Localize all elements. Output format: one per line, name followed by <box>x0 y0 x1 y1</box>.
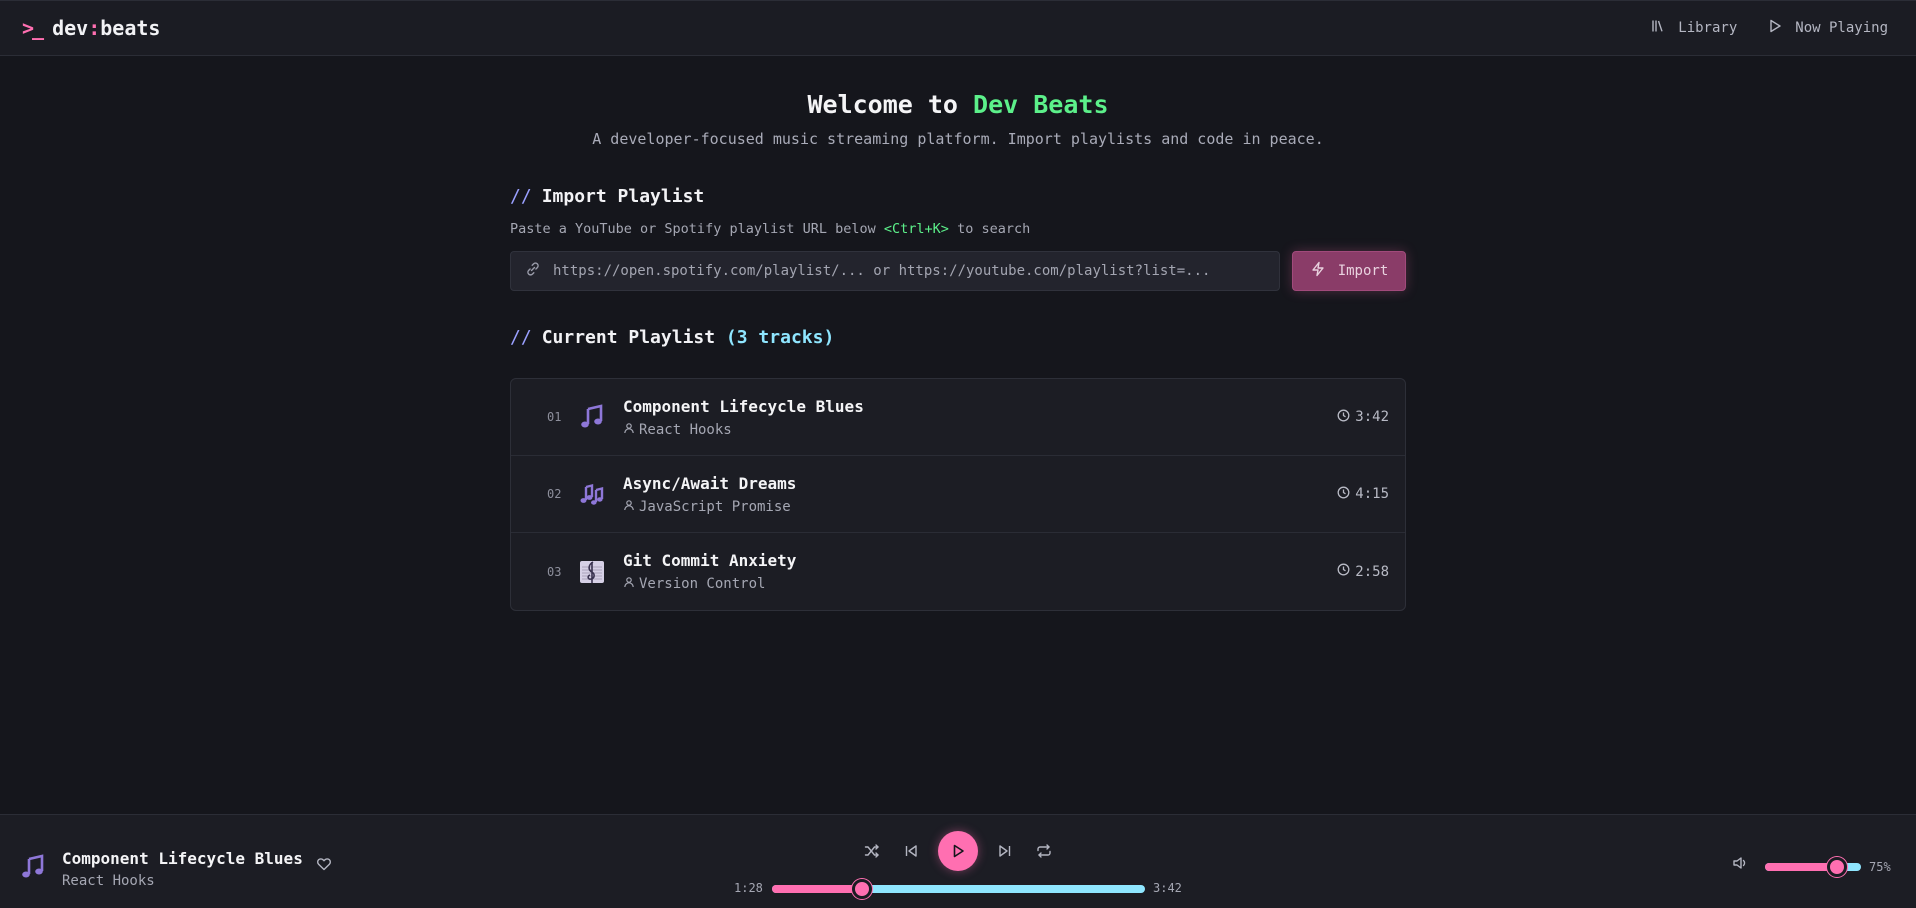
track-artist-name: JavaScript Promise <box>639 498 791 515</box>
terminal-prompt-icon: >_ <box>22 16 44 40</box>
import-button[interactable]: Import <box>1292 251 1406 291</box>
main-nav: Library Now Playing <box>1650 18 1888 38</box>
track-number: 01 <box>547 410 562 424</box>
page-title: Welcome to Dev Beats <box>0 90 1916 119</box>
title-prefix: Welcome to <box>807 90 958 119</box>
progress-bar[interactable] <box>772 879 1145 899</box>
playlist-heading-label: Current Playlist <box>541 327 716 348</box>
track-duration: 3:42 <box>1337 409 1389 426</box>
volume-percent: 75% <box>1869 860 1891 874</box>
import-heading-slashes: // <box>510 186 532 207</box>
top-bar: >_ dev:beats Library Now Playing <box>0 0 1916 56</box>
progress-handle[interactable] <box>851 879 872 899</box>
now-playing-title: Component Lifecycle Blues <box>62 849 303 868</box>
track-duration: 4:15 <box>1337 486 1389 503</box>
nav-now-playing-label: Now Playing <box>1795 20 1888 36</box>
heart-icon[interactable] <box>316 856 332 876</box>
now-playing-info: Component Lifecycle Blues React Hooks <box>20 849 303 889</box>
brand-prefix: dev <box>52 16 89 40</box>
hint-prefix: Paste a YouTube or Spotify playlist URL … <box>510 221 876 237</box>
track-list: 01 Component Lifecycle Blues React Hooks… <box>510 378 1406 611</box>
track-row[interactable]: 03 Git Commit Anxiety Version Control 2:… <box>511 533 1405 610</box>
now-playing-text: Component Lifecycle Blues React Hooks <box>62 849 303 889</box>
track-duration-value: 3:42 <box>1355 409 1389 425</box>
import-heading: // Import Playlist <box>510 186 1406 207</box>
nav-library[interactable]: Library <box>1650 18 1737 38</box>
shuffle-icon[interactable] <box>860 839 884 863</box>
import-heading-text: Import Playlist <box>541 186 705 207</box>
track-info: Git Commit Anxiety Version Control <box>623 551 1337 592</box>
brand-suffix: beats <box>100 16 161 40</box>
page-subtitle: A developer-focused music streaming plat… <box>592 130 1324 148</box>
import-hint: Paste a YouTube or Spotify playlist URL … <box>510 221 1406 237</box>
total-time: 3:42 <box>1153 881 1182 895</box>
clock-icon <box>1337 563 1350 580</box>
music-note-icon <box>577 402 607 432</box>
now-playing-artist: React Hooks <box>62 873 155 889</box>
clock-icon <box>1337 486 1350 503</box>
content-column: // Import Playlist Paste a YouTube or Sp… <box>510 186 1406 611</box>
hint-suffix: to search <box>957 221 1031 237</box>
brand-name: dev:beats <box>52 16 160 40</box>
play-button[interactable] <box>938 831 978 871</box>
track-artist-name: Version Control <box>639 576 766 592</box>
track-number: 02 <box>547 487 562 501</box>
track-artist: Version Control <box>623 576 1337 592</box>
player-bar: Component Lifecycle Blues React Hooks 1:… <box>0 814 1916 908</box>
nav-library-label: Library <box>1678 20 1738 36</box>
nav-now-playing[interactable]: Now Playing <box>1767 18 1888 38</box>
progress-fill <box>772 885 862 893</box>
user-icon <box>623 422 635 438</box>
title-accent: Dev Beats <box>973 90 1109 119</box>
current-time: 1:28 <box>734 881 763 895</box>
playlist-heading-slashes: // <box>510 327 532 348</box>
playlist-heading: // Current Playlist (3 tracks) <box>510 327 1406 348</box>
track-title: Git Commit Anxiety <box>623 551 797 570</box>
track-info: Component Lifecycle Blues React Hooks <box>623 397 1337 438</box>
track-info: Async/Await Dreams JavaScript Promise <box>623 474 1337 515</box>
playlist-url-input[interactable] <box>553 263 1265 279</box>
track-row[interactable]: 02 Async/Await Dreams JavaScript Promise… <box>511 456 1405 533</box>
library-icon <box>1650 18 1666 38</box>
track-title: Component Lifecycle Blues <box>623 396 864 416</box>
play-outline-icon <box>1767 18 1783 38</box>
volume-handle[interactable] <box>1827 857 1847 877</box>
brand-separator: : <box>88 16 101 40</box>
music-notes-icon <box>577 479 607 509</box>
track-artist: JavaScript Promise <box>623 499 1337 515</box>
import-button-label: Import <box>1337 263 1389 279</box>
import-form: Import <box>510 251 1406 291</box>
volume-icon[interactable] <box>1732 855 1748 875</box>
repeat-icon[interactable] <box>1032 839 1056 863</box>
volume-slider[interactable] <box>1765 857 1861 877</box>
clock-icon <box>1337 409 1350 426</box>
musical-score-icon <box>577 557 607 587</box>
link-icon <box>525 261 541 281</box>
track-duration-value: 4:15 <box>1355 486 1389 502</box>
keyboard-shortcut: <Ctrl+K> <box>883 221 949 237</box>
skip-back-icon[interactable] <box>899 839 923 863</box>
track-artist-name: React Hooks <box>639 421 732 438</box>
track-title: Async/Await Dreams <box>623 473 797 493</box>
playback-controls <box>860 831 1056 871</box>
track-row[interactable]: 01 Component Lifecycle Blues React Hooks… <box>511 379 1405 456</box>
album-art-icon <box>20 854 46 884</box>
brand-logo[interactable]: >_ dev:beats <box>22 16 160 40</box>
track-duration: 2:58 <box>1337 563 1389 580</box>
skip-forward-icon[interactable] <box>993 839 1017 863</box>
track-count: (3 tracks) <box>725 327 835 348</box>
track-duration-value: 2:58 <box>1355 563 1389 580</box>
playlist-heading-text: Current Playlist (3 tracks) <box>542 327 835 348</box>
user-icon <box>623 499 635 515</box>
track-artist: React Hooks <box>623 422 1337 438</box>
user-icon <box>623 576 635 592</box>
track-number: 03 <box>547 564 562 579</box>
lightning-icon <box>1310 261 1326 281</box>
playlist-url-field[interactable] <box>510 251 1280 291</box>
